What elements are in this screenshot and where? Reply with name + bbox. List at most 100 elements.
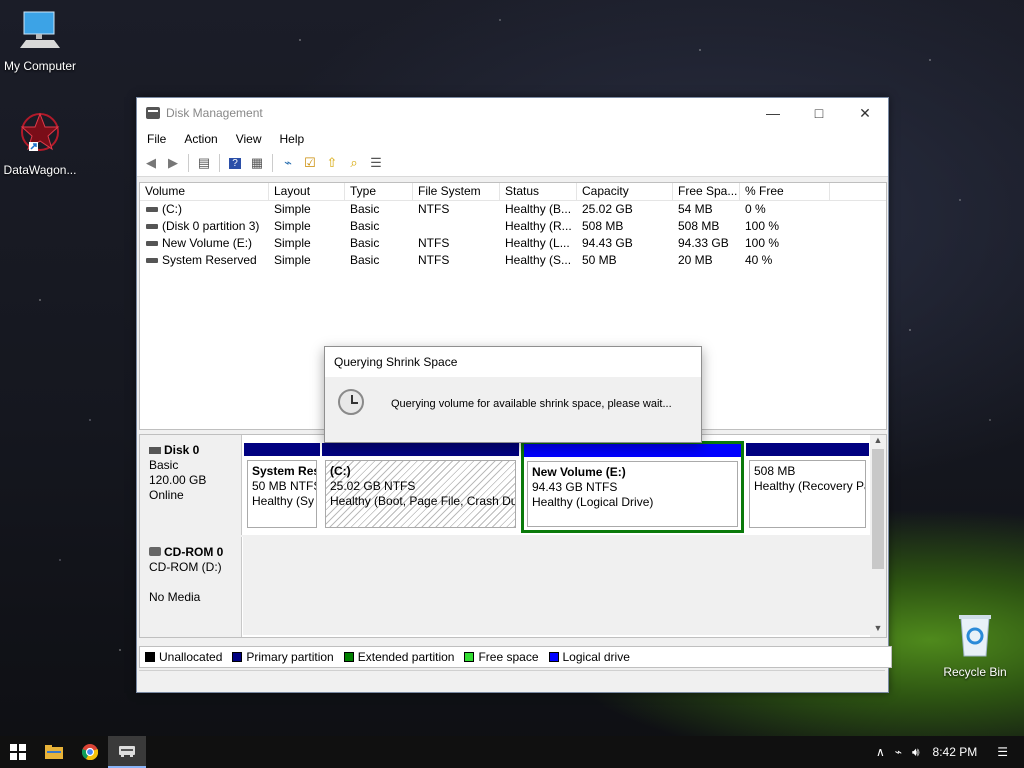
forward-arrow-icon[interactable]: ▶ — [163, 153, 183, 173]
desktop-icon-label: DataWagon... — [3, 163, 77, 177]
partition-details: New Volume (E:) 94.43 GB NTFS Healthy (L… — [527, 461, 738, 527]
partition-color-bar — [244, 443, 320, 456]
list-icon[interactable]: ▤ — [194, 153, 214, 173]
chrome-taskbar-button[interactable] — [72, 736, 108, 768]
column-header-capacity[interactable]: Capacity — [577, 183, 673, 200]
disk-management-icon — [119, 746, 135, 757]
column-header-type[interactable]: Type — [345, 183, 413, 200]
close-button[interactable]: ✕ — [842, 98, 888, 128]
column-header-volume[interactable]: Volume — [140, 183, 269, 200]
column-header-free-space[interactable]: Free Spa... — [673, 183, 740, 200]
my-computer-shortcut[interactable]: My Computer — [0, 10, 80, 73]
scroll-up-icon[interactable]: ▲ — [870, 435, 886, 449]
back-arrow-icon[interactable]: ◀ — [141, 153, 161, 173]
connect-icon[interactable]: ⌁ — [278, 153, 298, 173]
menu-view[interactable]: View — [226, 132, 270, 146]
minimize-button[interactable]: — — [750, 98, 796, 128]
cell-capacity: 508 MB — [582, 219, 624, 233]
cell-file-system: NTFS — [418, 236, 450, 250]
cell-capacity: 25.02 GB — [582, 202, 633, 216]
partition-color-bar — [322, 443, 519, 456]
help-icon[interactable]: ? — [225, 153, 245, 173]
clock-time[interactable]: 8:42 PM — [925, 745, 990, 759]
partition-details: System Res 50 MB NTFS Healthy (Sy — [247, 460, 317, 528]
table-row[interactable]: (C:) Simple Basic NTFS Healthy (B... 25.… — [140, 201, 886, 218]
cell-capacity: 50 MB — [582, 253, 617, 267]
table-row[interactable]: System Reserved Simple Basic NTFS Health… — [140, 252, 886, 269]
disk-0-state: Online — [149, 488, 184, 502]
action-center-icon[interactable]: ☰ — [989, 745, 1024, 759]
title-bar[interactable]: Disk Management — □ ✕ — [137, 98, 888, 128]
table-row[interactable]: New Volume (E:) Simple Basic NTFS Health… — [140, 235, 886, 252]
chrome-icon — [82, 744, 98, 760]
partition-color-bar — [746, 443, 869, 456]
menu-file[interactable]: File — [137, 132, 174, 146]
legend-label: Primary partition — [246, 650, 334, 664]
recycle-bin-shortcut[interactable]: Recycle Bin — [935, 612, 1015, 679]
upload-icon[interactable]: ⇧ — [322, 153, 342, 173]
cell-layout: Simple — [274, 236, 311, 250]
legend: Unallocated Primary partition Extended p… — [139, 646, 892, 668]
system-tray: ∧ ⌁ 🔊︎ 8:42 PM ☰ — [871, 736, 1024, 768]
disk-0-name: Disk 0 — [164, 443, 200, 457]
cell-status: Healthy (B... — [505, 202, 572, 216]
cdrom-empty-area — [243, 537, 870, 635]
table-row[interactable]: (Disk 0 partition 3) Simple Basic Health… — [140, 218, 886, 235]
desktop-icon-label: My Computer — [3, 59, 77, 73]
column-header-file-system[interactable]: File System — [413, 183, 500, 200]
volume-icon[interactable]: 🔊︎ — [907, 745, 925, 760]
partition-c-drive[interactable]: (C:) 25.02 GB NTFS Healthy (Boot, Page F… — [322, 443, 519, 531]
desktop-icon-label: Recycle Bin — [943, 665, 1007, 679]
network-icon[interactable]: ⌁ — [890, 745, 907, 759]
scrollbar-thumb[interactable] — [872, 449, 884, 569]
cell-type: Basic — [350, 202, 380, 216]
scroll-down-icon[interactable]: ▼ — [870, 623, 886, 637]
vertical-scrollbar[interactable]: ▲ ▼ — [870, 435, 886, 637]
cdrom-0-label[interactable]: CD-ROM 0 CD-ROM (D:) No Media — [140, 537, 242, 637]
column-header-layout[interactable]: Layout — [269, 183, 345, 200]
legend-swatch-free-space — [464, 652, 475, 662]
settings-icon[interactable]: ☰ — [366, 153, 386, 173]
cell-percent-free: 0 % — [745, 202, 766, 216]
file-explorer-taskbar-button[interactable] — [36, 736, 72, 768]
drive-icon — [146, 224, 158, 230]
status-bar — [139, 670, 885, 690]
cell-volume: (Disk 0 partition 3) — [140, 218, 268, 235]
legend-swatch-logical — [548, 652, 559, 662]
clock-icon — [338, 389, 364, 415]
cd-drive-icon — [149, 547, 161, 556]
check-icon[interactable]: ☑ — [300, 153, 320, 173]
column-header-status[interactable]: Status — [500, 183, 577, 200]
cell-percent-free: 40 % — [745, 253, 773, 267]
disk-0-size: 120.00 GB — [149, 473, 207, 487]
cell-file-system: NTFS — [418, 253, 450, 267]
legend-swatch-unallocated — [145, 652, 155, 662]
properties-icon[interactable]: ▦ — [247, 153, 267, 173]
cdrom-media-status: No Media — [149, 590, 201, 604]
column-header-percent-free[interactable]: % Free — [740, 183, 830, 200]
chevron-up-icon[interactable]: ∧ — [871, 745, 890, 759]
cdrom-drive-letter: CD-ROM (D:) — [149, 560, 222, 574]
partition-new-volume-e[interactable]: New Volume (E:) 94.43 GB NTFS Healthy (L… — [521, 441, 744, 533]
disk-0-type: Basic — [149, 458, 179, 472]
partition-color-bar — [524, 444, 741, 457]
drive-icon — [146, 258, 158, 264]
partition-recovery[interactable]: 508 MB Healthy (Recovery Pa — [746, 443, 869, 531]
windows-logo-icon — [10, 744, 26, 760]
cell-type: Basic — [350, 219, 380, 233]
computer-icon — [0, 10, 80, 55]
cell-layout: Simple — [274, 219, 311, 233]
drive-icon — [146, 241, 158, 247]
disk-management-icon — [146, 107, 160, 119]
search-folder-icon[interactable]: ⌕ — [344, 153, 364, 173]
menu-help[interactable]: Help — [270, 132, 313, 146]
folder-icon — [45, 745, 63, 759]
menu-action[interactable]: Action — [174, 132, 225, 146]
disk-0-label[interactable]: Disk 0 Basic 120.00 GB Online — [140, 435, 242, 535]
disk-management-taskbar-button[interactable] — [108, 736, 146, 768]
start-button[interactable] — [0, 736, 36, 768]
maximize-button[interactable]: □ — [796, 98, 842, 128]
disk-icon — [149, 447, 161, 454]
datawagon-shortcut[interactable]: DataWagon... — [0, 110, 80, 177]
partition-system-reserved[interactable]: System Res 50 MB NTFS Healthy (Sy — [244, 443, 320, 531]
